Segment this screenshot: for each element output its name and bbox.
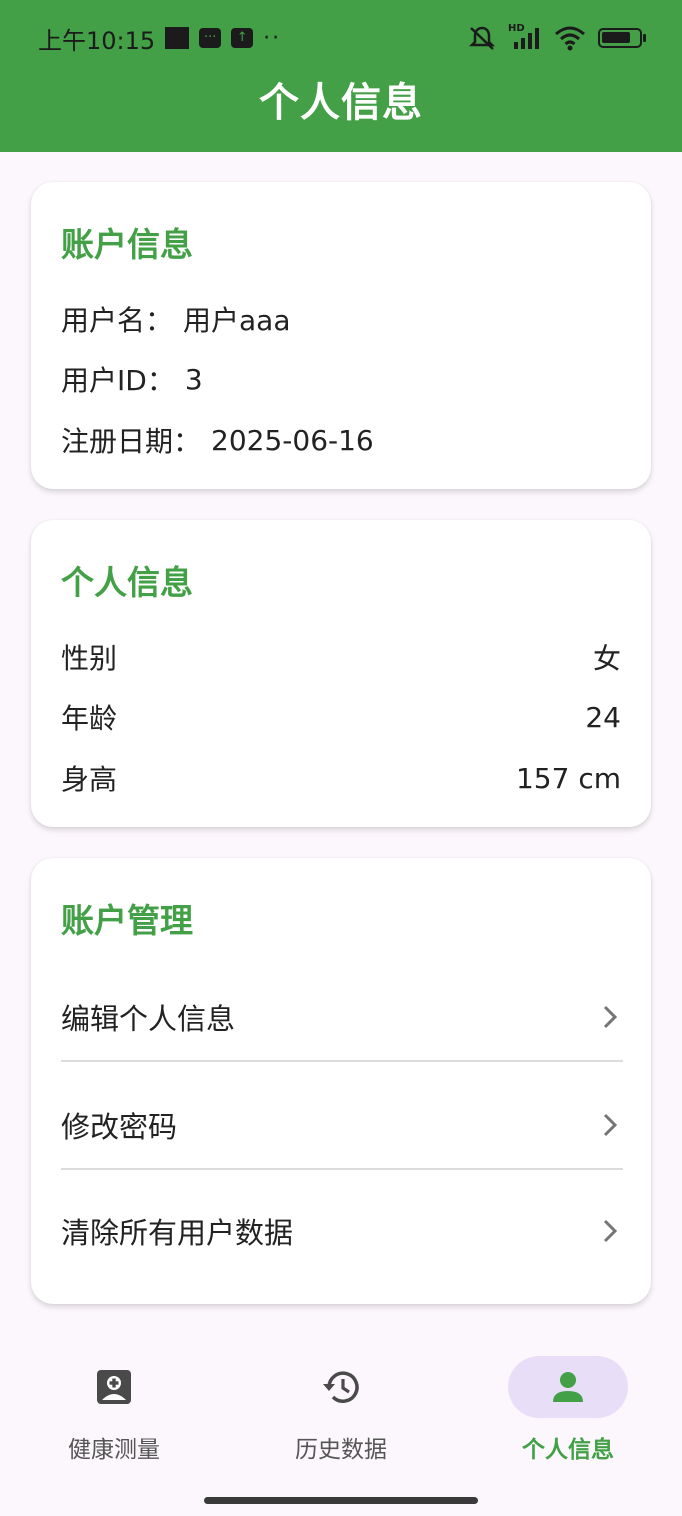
personal-info-title: 个人信息: [61, 563, 193, 602]
userid-label: 用户ID：: [61, 364, 175, 397]
userid-row: 用户ID： 3: [61, 359, 621, 399]
gender-label: 性别: [61, 642, 118, 675]
gender-value: 女: [592, 642, 621, 675]
age-label: 年龄: [61, 702, 118, 735]
status-bar: 上午10:15 ··· ↑ ·· HD: [0, 18, 682, 58]
account-info-title: 账户信息: [61, 225, 193, 264]
change-password-item[interactable]: 修改密码: [61, 1072, 623, 1178]
edit-profile-label: 编辑个人信息: [61, 1002, 236, 1036]
username-label: 用户名：: [61, 304, 174, 337]
nav-icon-container: [54, 1356, 174, 1418]
regdate-row: 注册日期： 2025-06-16: [61, 420, 621, 460]
person-icon: [553, 1372, 583, 1402]
nav-health-measure-label: 健康测量: [68, 1437, 160, 1463]
change-password-label: 修改密码: [61, 1110, 178, 1144]
status-time: 上午10:15: [38, 26, 156, 55]
gender-row: 性别 女: [61, 637, 621, 677]
personal-info-card: 个人信息 性别 女 年龄 24 身高 157 cm: [31, 520, 651, 827]
nav-profile-label: 个人信息: [522, 1437, 614, 1463]
username-value: 用户aaa: [183, 304, 291, 337]
history-icon: [323, 1371, 359, 1403]
edit-profile-item[interactable]: 编辑个人信息: [61, 964, 623, 1070]
account-management-title: 账户管理: [61, 901, 193, 940]
nav-icon-container: [281, 1356, 401, 1418]
home-indicator[interactable]: [204, 1497, 478, 1504]
userid-value: 3: [184, 362, 203, 396]
upload-icon: ↑: [231, 28, 254, 48]
status-left: 上午10:15 ··· ↑ ··: [38, 18, 281, 58]
height-label: 身高: [61, 763, 118, 796]
battery-icon: [598, 28, 646, 48]
bottom-navigation: 健康测量 历史数据 个人信息: [0, 1336, 682, 1516]
regdate-value: 2025-06-16: [211, 423, 374, 457]
signal-icon: HD: [508, 23, 542, 51]
divider: [61, 1060, 623, 1062]
clear-user-data-item[interactable]: 清除所有用户数据: [61, 1178, 623, 1284]
chevron-right-icon: [597, 1218, 623, 1244]
health-measure-icon: [97, 1370, 131, 1404]
account-management-card: 账户管理 编辑个人信息 修改密码 清除所有用户数据: [31, 858, 651, 1304]
page-title: 个人信息: [259, 80, 423, 126]
wifi-icon: [555, 26, 585, 51]
account-info-card: 账户信息 用户名： 用户aaa 用户ID： 3 注册日期： 2025-06-16: [31, 182, 651, 489]
chevron-right-icon: [597, 1112, 623, 1138]
username-row: 用户名： 用户aaa: [61, 299, 621, 339]
nav-profile[interactable]: 个人信息: [454, 1356, 682, 1476]
nav-icon-container: [508, 1356, 628, 1418]
age-row: 年龄 24: [61, 697, 621, 737]
nav-health-measure[interactable]: 健康测量: [0, 1356, 228, 1476]
regdate-label: 注册日期：: [61, 425, 202, 458]
clear-user-data-label: 清除所有用户数据: [61, 1216, 294, 1250]
notification-square-icon: [165, 27, 190, 49]
nav-history-label: 历史数据: [295, 1437, 387, 1463]
status-right: HD: [468, 18, 646, 58]
mute-icon: [468, 26, 496, 50]
nav-history[interactable]: 历史数据: [227, 1356, 455, 1476]
height-row: 身高 157 cm: [61, 758, 621, 798]
age-value: 24: [585, 700, 621, 734]
height-value: 157 cm: [515, 761, 621, 795]
message-icon: ···: [199, 28, 222, 48]
more-notifications-icon: ··: [263, 25, 282, 51]
divider: [61, 1168, 623, 1170]
chevron-right-icon: [597, 1004, 623, 1030]
app-bar: 上午10:15 ··· ↑ ·· HD 个人信息: [0, 0, 682, 152]
